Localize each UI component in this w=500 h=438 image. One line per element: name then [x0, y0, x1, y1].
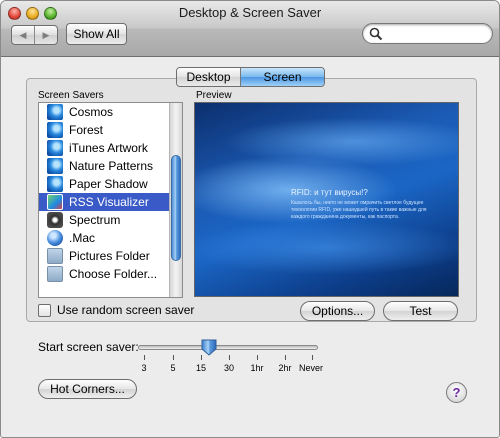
list-item-label: Paper Shadow: [69, 177, 148, 191]
list-item-paper-shadow[interactable]: Paper Shadow: [39, 175, 170, 193]
scrollbar-thumb[interactable]: [171, 155, 181, 261]
screen-saver-preview: RFID: и тут вирусы!? Казалось бы, никто …: [194, 102, 459, 297]
screen-saver-list[interactable]: Cosmos Forest iTunes Artwork Nature Patt…: [38, 102, 183, 298]
tick-label-30: 30: [223, 363, 235, 373]
dotmac-icon: [47, 230, 63, 246]
folder-icon: [47, 266, 63, 282]
tab-desktop[interactable]: Desktop: [177, 68, 241, 86]
back-forward-control: ◀ ▶: [11, 25, 58, 45]
preview-label: Preview: [196, 90, 232, 101]
screen-saver-icon: [47, 140, 63, 156]
list-item-label: iTunes Artwork: [69, 141, 148, 155]
window-title: Desktop & Screen Saver: [178, 5, 322, 20]
start-screen-saver-label: Start screen saver:: [38, 340, 139, 354]
tick-label-5: 5: [170, 363, 176, 373]
list-item-spectrum[interactable]: Spectrum: [39, 211, 170, 229]
screen-saver-icon: [47, 122, 63, 138]
list-item-rss-visualizer[interactable]: RSS Visualizer: [39, 193, 170, 211]
show-all-button[interactable]: Show All: [66, 23, 127, 45]
tab-bar: Desktop Screen Saver: [176, 67, 325, 87]
list-item-dotmac[interactable]: .Mac: [39, 229, 170, 247]
screen-saver-icon: [47, 176, 63, 192]
preferences-window: Desktop & Screen Saver ◀ ▶ Show All Desk…: [0, 0, 500, 438]
preview-headline: RFID: и тут вирусы!?: [291, 188, 368, 197]
slider-knob[interactable]: [201, 339, 217, 356]
list-item-choose-folder[interactable]: Choose Folder...: [39, 265, 170, 283]
hot-corners-button[interactable]: Hot Corners...: [38, 379, 137, 399]
list-item-label: Nature Patterns: [69, 159, 154, 173]
preview-body-text: Казалось бы, никто не может омрачить све…: [291, 200, 427, 220]
screen-saver-icon: [47, 104, 63, 120]
list-item-forest[interactable]: Forest: [39, 121, 170, 139]
list-item-itunes-artwork[interactable]: iTunes Artwork: [39, 139, 170, 157]
search-icon: [369, 27, 383, 41]
back-arrow-icon: ◀: [19, 29, 27, 40]
tick-label-never: Never: [298, 363, 324, 373]
search-field[interactable]: [362, 23, 493, 44]
random-screen-saver-checkbox[interactable]: [38, 303, 51, 317]
options-button[interactable]: Options...: [300, 301, 375, 321]
spectrum-icon: [47, 212, 63, 228]
tick-label-1hr: 1hr: [250, 363, 264, 373]
list-item-label: Cosmos: [69, 105, 114, 119]
tick-label-15: 15: [195, 363, 207, 373]
list-item-nature-patterns[interactable]: Nature Patterns: [39, 157, 170, 175]
slider-ticks: [138, 355, 318, 361]
list-scrollbar[interactable]: [169, 103, 182, 297]
rss-visualizer-icon: [47, 194, 63, 210]
screen-savers-label: Screen Savers: [38, 90, 104, 101]
list-item-label: RSS Visualizer: [69, 195, 149, 209]
list-item-pictures-folder[interactable]: Pictures Folder: [39, 247, 170, 265]
tab-screen-saver[interactable]: Screen Saver: [241, 68, 324, 86]
title-bar: Desktop & Screen Saver ◀ ▶ Show All: [1, 1, 499, 57]
help-button[interactable]: ?: [446, 382, 467, 403]
list-item-label: Pictures Folder: [69, 249, 150, 263]
screen-saver-icon: [47, 158, 63, 174]
random-screen-saver-option[interactable]: Use random screen saver: [38, 303, 194, 317]
folder-icon: [47, 248, 63, 264]
list-item-label: Choose Folder...: [69, 267, 158, 281]
back-button[interactable]: ◀: [12, 26, 34, 44]
list-item-label: Spectrum: [69, 213, 121, 227]
random-screen-saver-label: Use random screen saver: [57, 303, 195, 317]
tick-label-2hr: 2hr: [278, 363, 292, 373]
start-screen-saver-slider[interactable]: [138, 345, 318, 350]
forward-button[interactable]: ▶: [34, 26, 57, 44]
tick-label-3: 3: [141, 363, 147, 373]
list-item-cosmos[interactable]: Cosmos: [39, 103, 170, 121]
test-button[interactable]: Test: [383, 301, 458, 321]
list-item-label: .Mac: [69, 231, 96, 245]
forward-arrow-icon: ▶: [42, 29, 50, 40]
list-item-label: Forest: [69, 123, 104, 137]
